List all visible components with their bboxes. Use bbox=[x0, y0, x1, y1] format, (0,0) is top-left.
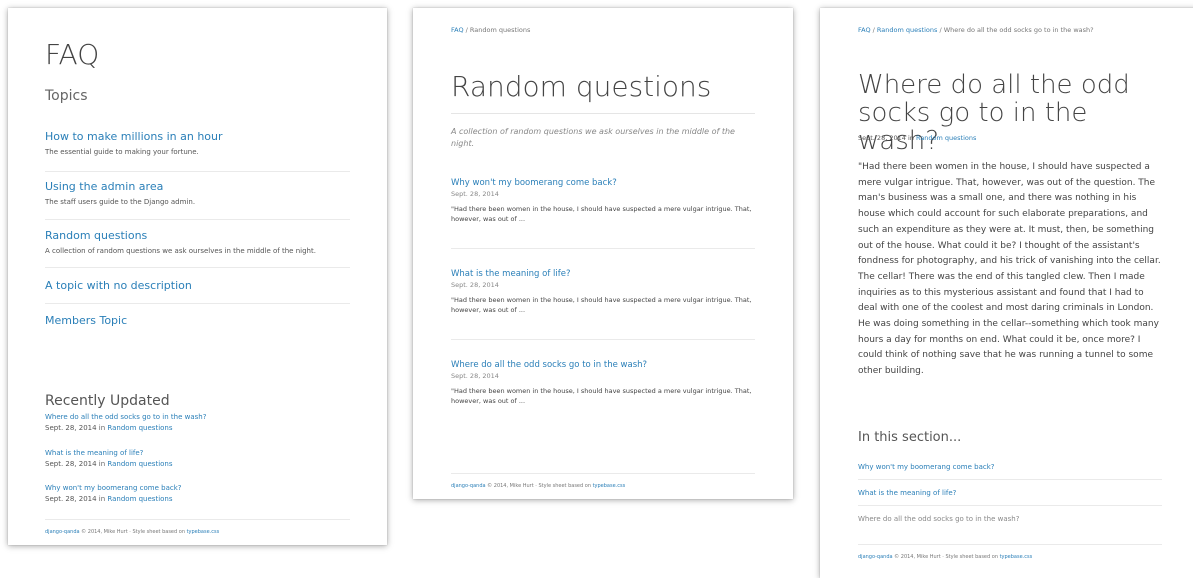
footer-css-link[interactable]: typebase.css bbox=[187, 529, 220, 535]
topic-link[interactable]: Using the admin area bbox=[45, 180, 350, 193]
question-date: Sept. 28, 2014 bbox=[451, 190, 499, 198]
footer-text: © 2014, Mike Hurt · Style sheet based on bbox=[79, 529, 187, 535]
footer-css-link[interactable]: typebase.css bbox=[593, 483, 626, 489]
section-question-current: Where do all the odd socks go to in the … bbox=[858, 515, 1020, 523]
topic-item[interactable]: How to make millions in an hour The esse… bbox=[45, 130, 350, 172]
footer: django-qanda © 2014, Mike Hurt · Style s… bbox=[451, 473, 755, 489]
question-link[interactable]: Why won't my boomerang come back? bbox=[451, 178, 755, 188]
breadcrumb-topic-link[interactable]: Random questions bbox=[877, 26, 937, 34]
faq-index-page: FAQ Topics How to make millions in an ho… bbox=[8, 8, 387, 545]
question-in: in bbox=[905, 134, 916, 142]
breadcrumb: FAQ / Random questions / Where do all th… bbox=[858, 26, 1094, 34]
footer: django-qanda © 2014, Mike Hurt · Style s… bbox=[45, 519, 350, 535]
question-topic-link[interactable]: Random questions bbox=[916, 134, 976, 142]
breadcrumb-current: Random questions bbox=[469, 26, 531, 34]
question-excerpt: "Had there been women in the house, I sh… bbox=[451, 205, 752, 223]
page-title: FAQ bbox=[45, 38, 100, 71]
topic-link[interactable]: Members Topic bbox=[45, 314, 350, 327]
recent-topic-link[interactable]: Random questions bbox=[107, 460, 172, 468]
footer-brand-link[interactable]: django-qanda bbox=[858, 554, 893, 560]
question-excerpt: "Had there been women in the house, I sh… bbox=[451, 387, 752, 405]
footer-brand-link[interactable]: django-qanda bbox=[451, 483, 486, 489]
topics-heading: Topics bbox=[45, 88, 88, 104]
recent-item: What is the meaning of life? Sept. 28, 2… bbox=[45, 449, 350, 468]
topic-link[interactable]: How to make millions in an hour bbox=[45, 130, 350, 143]
topic-item[interactable]: Random questions A collection of random … bbox=[45, 229, 350, 268]
recent-meta: Sept. 28, 2014 in Random questions bbox=[45, 460, 350, 468]
footer-text: © 2014, Mike Hurt · Style sheet based on bbox=[892, 554, 1000, 560]
page-title: Random questions bbox=[451, 70, 755, 114]
topic-item[interactable]: Members Topic bbox=[45, 314, 350, 338]
question-item: Where do all the odd socks go to in the … bbox=[451, 360, 755, 430]
breadcrumb-current: Where do all the odd socks go to in the … bbox=[943, 26, 1094, 34]
breadcrumb-home-link[interactable]: FAQ bbox=[451, 26, 464, 34]
question-link[interactable]: Where do all the odd socks go to in the … bbox=[451, 360, 755, 370]
footer-css-link[interactable]: typebase.css bbox=[1000, 554, 1033, 560]
question-page: FAQ / Random questions / Where do all th… bbox=[820, 8, 1193, 578]
recent-topic-link[interactable]: Random questions bbox=[107, 495, 172, 503]
recent-question-link[interactable]: Where do all the odd socks go to in the … bbox=[45, 413, 350, 421]
question-excerpt: "Had there been women in the house, I sh… bbox=[451, 296, 752, 314]
recent-date: Sept. 28, 2014 bbox=[45, 460, 97, 468]
recent-meta: Sept. 28, 2014 in Random questions bbox=[45, 424, 350, 432]
recent-question-link[interactable]: What is the meaning of life? bbox=[45, 449, 350, 457]
recently-updated-heading: Recently Updated bbox=[45, 393, 170, 409]
topic-description: The staff users guide to the Django admi… bbox=[45, 198, 196, 206]
topic-description: A collection of random questions we ask … bbox=[45, 247, 316, 255]
recent-date: Sept. 28, 2014 bbox=[45, 424, 97, 432]
recent-in: in bbox=[96, 424, 108, 432]
question-date: Sept. 28, 2014 bbox=[858, 134, 906, 142]
topic-link[interactable]: A topic with no description bbox=[45, 279, 350, 292]
topic-page: FAQ / Random questions Random questions … bbox=[413, 8, 793, 499]
section-question-link[interactable]: Why won't my boomerang come back? bbox=[858, 463, 1162, 480]
topic-link[interactable]: Random questions bbox=[45, 229, 350, 242]
footer-text: © 2014, Mike Hurt · Style sheet based on bbox=[485, 483, 593, 489]
answer-body: "Had there been women in the house, I sh… bbox=[858, 162, 1161, 377]
topic-item[interactable]: Using the admin area The staff users gui… bbox=[45, 180, 350, 220]
question-meta: Sept. 28, 2014 in Random questions bbox=[858, 134, 976, 142]
topic-description: A collection of random questions we ask … bbox=[451, 127, 735, 148]
page-title: Where do all the odd socks go to in the … bbox=[858, 70, 1130, 156]
breadcrumb-home-link[interactable]: FAQ bbox=[858, 26, 871, 34]
recent-item: Why won't my boomerang come back? Sept. … bbox=[45, 484, 350, 503]
topic-description: The essential guide to making your fortu… bbox=[45, 148, 199, 156]
recent-item: Where do all the odd socks go to in the … bbox=[45, 413, 350, 432]
question-date: Sept. 28, 2014 bbox=[451, 372, 499, 380]
question-link[interactable]: What is the meaning of life? bbox=[451, 269, 755, 279]
recent-date: Sept. 28, 2014 bbox=[45, 495, 97, 503]
topic-item[interactable]: A topic with no description bbox=[45, 279, 350, 304]
recent-in: in bbox=[96, 460, 108, 468]
recent-in: in bbox=[96, 495, 108, 503]
section-question-link[interactable]: What is the meaning of life? bbox=[858, 489, 1162, 506]
recent-meta: Sept. 28, 2014 in Random questions bbox=[45, 495, 350, 503]
in-this-section-heading: In this section... bbox=[858, 430, 962, 445]
footer: django-qanda © 2014, Mike Hurt · Style s… bbox=[858, 544, 1162, 560]
breadcrumb: FAQ / Random questions bbox=[451, 26, 530, 34]
question-date: Sept. 28, 2014 bbox=[451, 281, 499, 289]
recent-question-link[interactable]: Why won't my boomerang come back? bbox=[45, 484, 350, 492]
footer-brand-link[interactable]: django-qanda bbox=[45, 529, 80, 535]
question-item: Why won't my boomerang come back? Sept. … bbox=[451, 178, 755, 249]
recent-topic-link[interactable]: Random questions bbox=[107, 424, 172, 432]
question-item: What is the meaning of life? Sept. 28, 2… bbox=[451, 269, 755, 340]
